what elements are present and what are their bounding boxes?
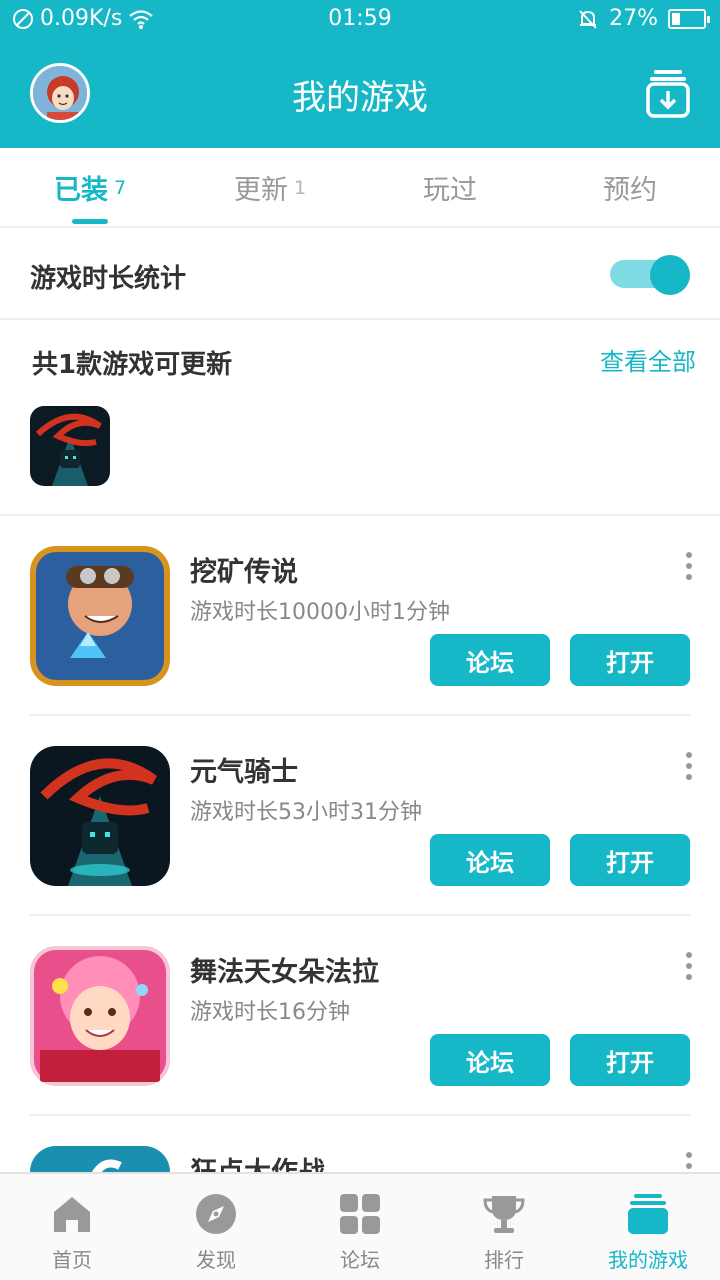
nav-label: 首页	[52, 1248, 92, 1272]
compass-icon	[196, 1194, 236, 1234]
nav-label: 论坛	[340, 1248, 380, 1272]
game-stack-icon	[628, 1194, 668, 1234]
tab-played[interactable]: 玩过	[360, 148, 540, 226]
battery-icon	[668, 8, 710, 29]
updates-section: 共1款游戏可更新 查看全部	[0, 320, 720, 516]
nav-label: 我的游戏	[608, 1248, 688, 1272]
tab-installed[interactable]: 已装 7	[0, 148, 180, 226]
tab-label: 玩过	[423, 174, 477, 206]
game-name: 舞法天女朵法拉	[190, 957, 379, 988]
tab-label: 预约	[603, 174, 657, 206]
game-playtime: 游戏时长10000小时1分钟	[190, 600, 450, 625]
bottom-nav: 首页 发现 论坛 排行 我的游戏	[0, 1172, 720, 1280]
nav-ranking[interactable]: 排行	[432, 1174, 576, 1280]
home-icon	[54, 1197, 90, 1232]
open-button[interactable]: 打开	[570, 834, 690, 886]
app-header: 我的游戏	[0, 38, 720, 148]
more-options-icon[interactable]	[684, 752, 694, 782]
nav-discover[interactable]: 发现	[144, 1174, 288, 1280]
download-box-icon[interactable]	[646, 68, 690, 118]
mute-bell-icon	[579, 9, 597, 29]
toggle-knob	[650, 255, 690, 295]
game-row: 元气骑士 游戏时长53小时31分钟 论坛 打开	[0, 716, 720, 916]
forum-button[interactable]: 论坛	[430, 1034, 550, 1086]
tab-reserved[interactable]: 预约	[540, 148, 720, 226]
game-icon[interactable]	[30, 946, 170, 1086]
game-name: 挖矿传说	[190, 557, 298, 588]
playtime-stats-label: 游戏时长统计	[30, 264, 187, 294]
playtime-stats-toggle[interactable]	[610, 255, 690, 295]
tab-indicator	[72, 219, 108, 224]
view-all-link[interactable]: 查看全部	[600, 342, 696, 377]
forum-button[interactable]: 论坛	[430, 834, 550, 886]
game-row: 挖矿传说 游戏时长10000小时1分钟 论坛 打开	[0, 516, 720, 716]
more-options-icon[interactable]	[684, 952, 694, 982]
tab-label: 已装	[53, 174, 108, 206]
nav-label: 排行	[484, 1248, 524, 1272]
tab-count: 1	[293, 177, 307, 199]
tab-label: 更新	[233, 174, 288, 206]
grid-icon	[340, 1194, 380, 1234]
game-playtime: 游戏时长53小时31分钟	[190, 800, 422, 825]
trophy-icon	[483, 1196, 525, 1233]
nav-label: 发现	[196, 1248, 236, 1272]
tab-updates[interactable]: 更新 1	[180, 148, 360, 226]
nav-forum[interactable]: 论坛	[288, 1174, 432, 1280]
game-icon[interactable]	[30, 546, 170, 686]
open-button[interactable]: 打开	[570, 1034, 690, 1086]
game-row: 舞法天女朵法拉 游戏时长16分钟 论坛 打开	[0, 916, 720, 1116]
updatable-game-icon[interactable]	[30, 406, 110, 486]
nav-my-games[interactable]: 我的游戏	[576, 1174, 720, 1280]
game-playtime: 游戏时长16分钟	[190, 1000, 350, 1025]
status-bar: 0.09K/s 01:59 27%	[0, 0, 720, 38]
battery-percent: 27%	[609, 6, 658, 31]
page-title: 我的游戏	[292, 78, 428, 118]
more-options-icon[interactable]	[684, 552, 694, 582]
open-button[interactable]: 打开	[570, 634, 690, 686]
nav-home[interactable]: 首页	[0, 1174, 144, 1280]
tab-bar: 已装 7 更新 1 玩过 预约	[0, 148, 720, 228]
updates-title: 共1款游戏可更新	[32, 350, 233, 380]
forum-button[interactable]: 论坛	[430, 634, 550, 686]
game-icon[interactable]	[30, 746, 170, 886]
tab-count: 7	[113, 177, 127, 199]
game-name: 元气骑士	[190, 757, 298, 788]
